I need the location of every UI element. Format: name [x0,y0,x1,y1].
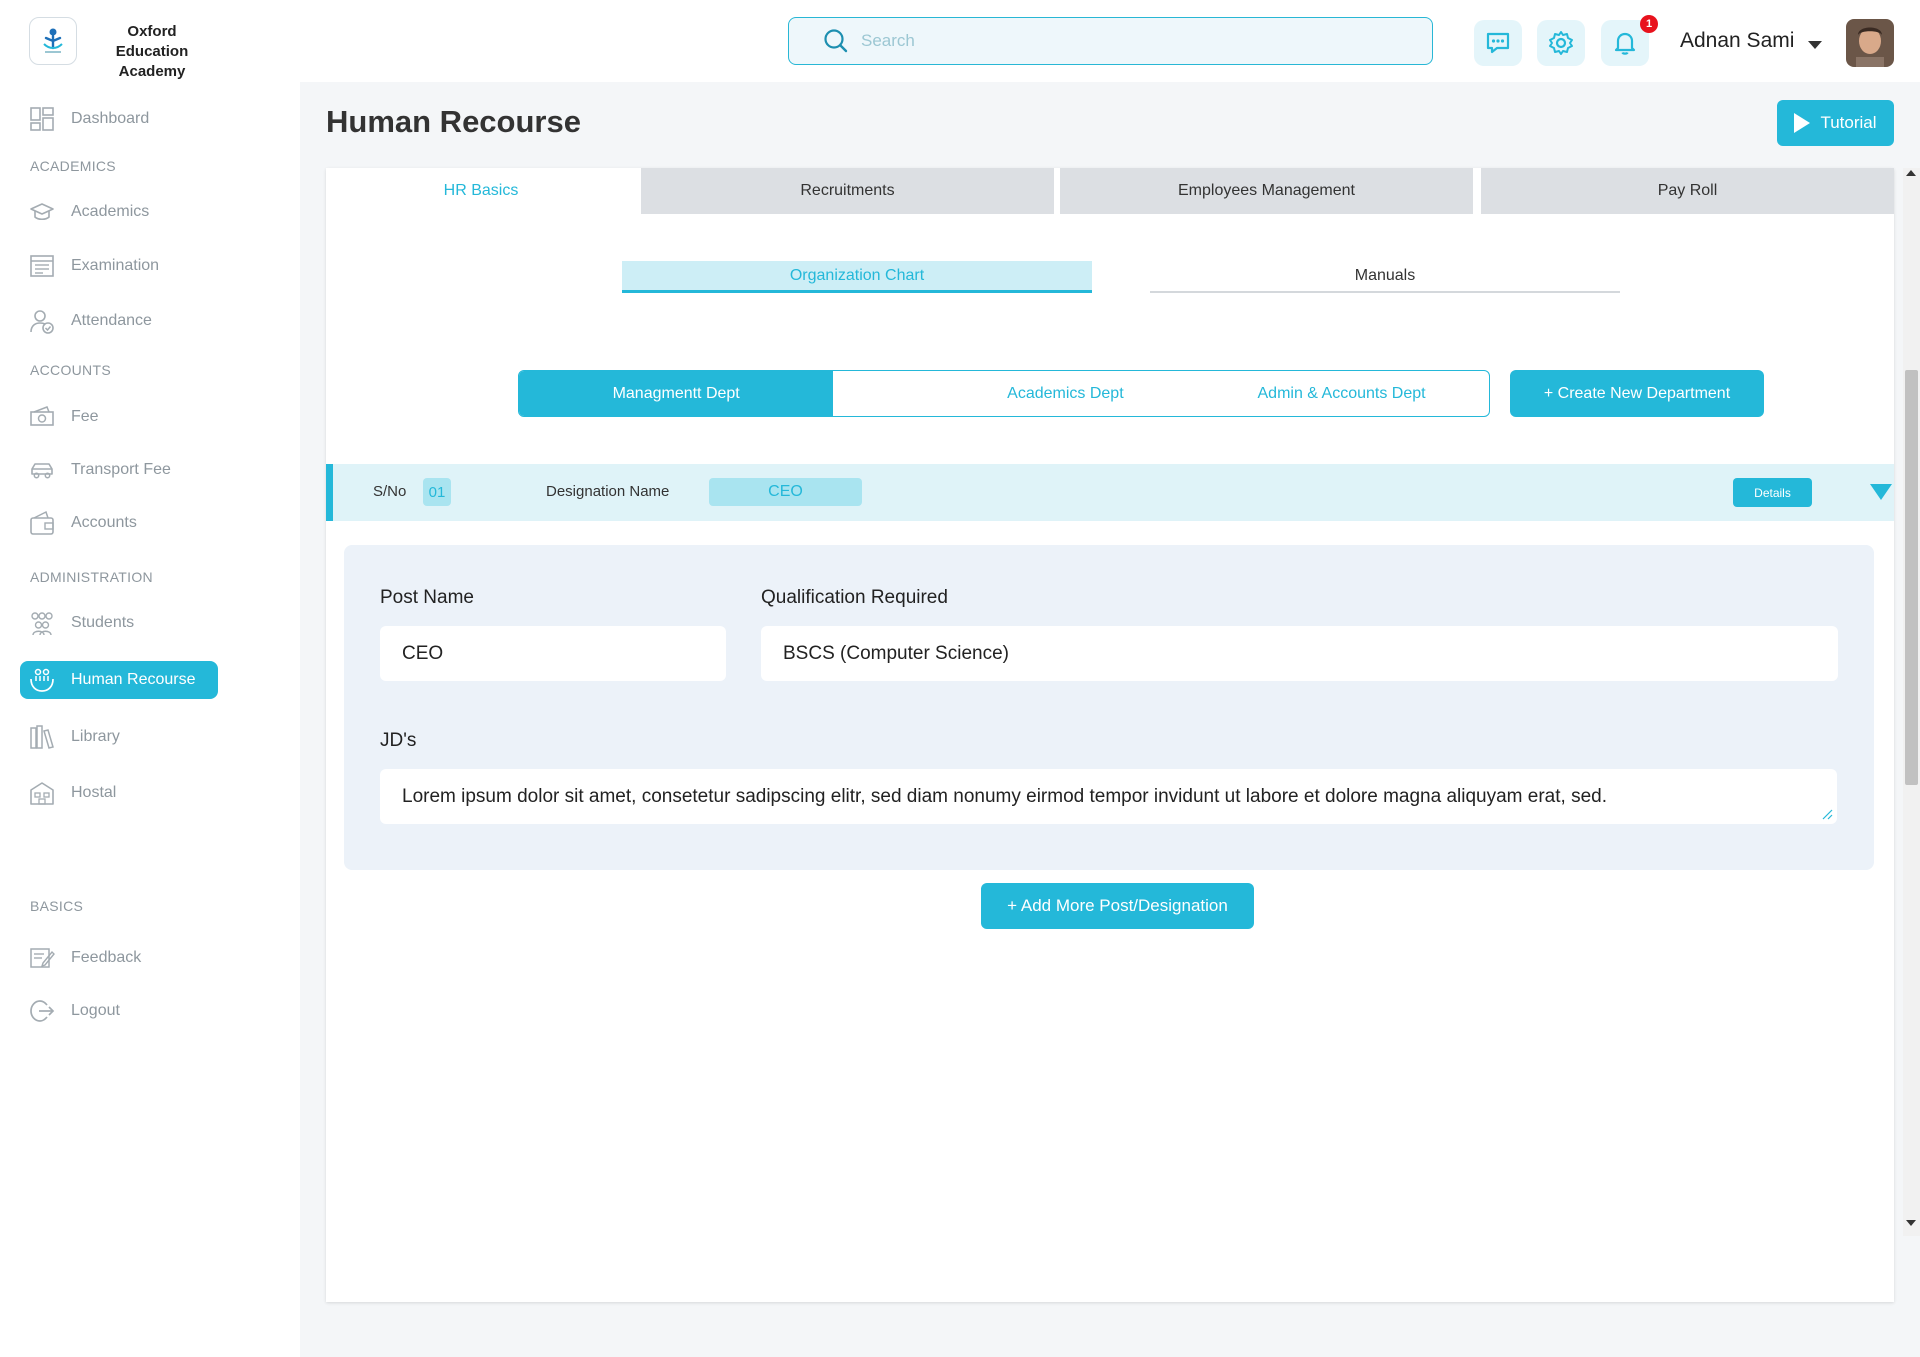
designation-row[interactable]: S/No 01 Designation Name CEO Details [326,464,1894,521]
sidebar-item-label: Fee [71,408,99,425]
user-name[interactable]: Adnan Sami [1680,29,1794,53]
sidebar-item-transport-fee[interactable]: Transport Fee [20,451,171,489]
create-department-button[interactable]: + Create New Department [1510,370,1764,417]
designation-value: CEO [709,478,862,506]
tutorial-label: Tutorial [1820,113,1877,132]
dept-academics[interactable]: Academics Dept [833,371,1257,416]
scroll-down-icon[interactable] [1906,1220,1916,1226]
books-icon [29,724,55,750]
sno-value: 01 [423,478,451,506]
sidebar-item-label: Dashboard [71,110,150,127]
post-name-label: Post Name [380,587,474,608]
scrollbar-thumb[interactable] [1905,370,1918,785]
sno-label: S/No [373,483,407,500]
tab-recruitments[interactable]: Recruitments [641,168,1054,214]
avatar[interactable] [1846,19,1894,67]
sidebar-item-label: Academics [71,203,150,220]
sidebar-item-dashboard[interactable]: Dashboard [20,100,149,138]
search-bar[interactable] [788,17,1433,65]
add-designation-button[interactable]: + Add More Post/Designation [981,883,1254,929]
subtab-organization-chart[interactable]: Organization Chart [622,261,1092,293]
sidebar-item-logout[interactable]: Logout [20,992,120,1030]
feedback-icon [29,945,55,971]
sidebar-item-library[interactable]: Library [20,718,120,756]
play-icon [1794,113,1811,133]
sidebar-item-label: Accounts [71,514,137,531]
dashboard-icon [29,106,55,132]
sidebar-item-examination[interactable]: Examination [20,247,159,285]
tab-hr-basics[interactable]: HR Basics [326,168,636,214]
sidebar-item-hostal[interactable]: Hostal [20,774,116,812]
sidebar-item-human-recourse[interactable]: Human Recourse [20,661,218,699]
sidebar-item-fee[interactable]: Fee [20,398,99,436]
sidebar-item-label: Human Recourse [71,671,196,688]
settings-button[interactable] [1537,20,1585,66]
hands-people-icon [29,667,55,693]
sidebar-section-basics: BASICS [30,898,84,914]
users-group-icon [29,610,55,636]
jds-text: Lorem ipsum dolor sit amet, consetetur s… [402,785,1607,807]
details-button[interactable]: Details [1733,478,1812,507]
tab-employees-management[interactable]: Employees Management [1060,168,1473,214]
qualification-input[interactable]: BSCS (Computer Science) [761,626,1838,681]
sidebar-section-accounts: ACCOUNTS [30,362,111,378]
school-logo-icon [43,28,63,53]
school-name: Oxford Education Academy [115,23,189,80]
school-logo[interactable] [29,17,77,65]
sidebar-item-students[interactable]: Students [20,604,134,642]
jds-label: JD's [380,730,417,751]
sidebar-item-feedback[interactable]: Feedback [20,939,141,977]
dept-admin-accounts[interactable]: Admin & Accounts Dept [1258,371,1490,416]
user-check-icon [29,308,55,334]
sidebar-item-attendance[interactable]: Attendance [20,302,152,340]
jds-textarea[interactable]: Lorem ipsum dolor sit amet, consetetur s… [380,769,1837,824]
chat-icon [1486,32,1510,54]
notification-badge: 1 [1640,15,1658,33]
designation-label: Designation Name [546,483,670,500]
search-icon [824,29,848,53]
sidebar-item-label: Logout [71,1002,120,1019]
page-title: Human Recourse [326,104,581,139]
sidebar-item-label: Attendance [71,312,152,329]
sidebar-item-academics[interactable]: Academics [20,193,149,231]
chevron-down-icon[interactable] [1808,41,1822,49]
user-avatar-icon [1846,19,1894,67]
department-selector: Managmentt Dept Academics Dept Admin & A… [518,370,1490,417]
subtab-manuals[interactable]: Manuals [1150,261,1620,293]
post-name-input[interactable]: CEO [380,626,726,681]
money-icon [29,404,55,430]
messages-button[interactable] [1474,20,1522,66]
sidebar-item-label: Feedback [71,949,142,966]
search-input[interactable] [861,31,1381,51]
tab-pay-roll[interactable]: Pay Roll [1481,168,1894,214]
sidebar-item-label: Hostal [71,784,117,801]
building-icon [29,780,55,806]
caret-down-icon[interactable] [1870,484,1892,500]
sidebar-item-label: Transport Fee [71,461,171,478]
sidebar-item-label: Students [71,614,135,631]
sidebar-item-accounts[interactable]: Accounts [20,504,137,542]
scroll-up-icon[interactable] [1906,170,1916,176]
sidebar-item-label: Library [71,728,120,745]
car-icon [29,457,55,483]
resize-handle-icon[interactable] [1821,808,1833,820]
gear-icon [1549,31,1573,55]
sidebar-section-academics: ACADEMICS [30,158,116,174]
qualification-label: Qualification Required [761,587,948,608]
dept-management[interactable]: Managmentt Dept [519,371,834,416]
exam-sheet-icon [29,253,55,279]
graduation-cap-icon [29,199,55,225]
wallet-icon [29,510,55,536]
logout-icon [29,998,55,1024]
sidebar-section-administration: ADMINISTRATION [30,569,153,585]
tutorial-button[interactable]: Tutorial [1777,100,1894,146]
bell-icon [1614,32,1636,55]
sidebar-item-label: Examination [71,257,160,274]
